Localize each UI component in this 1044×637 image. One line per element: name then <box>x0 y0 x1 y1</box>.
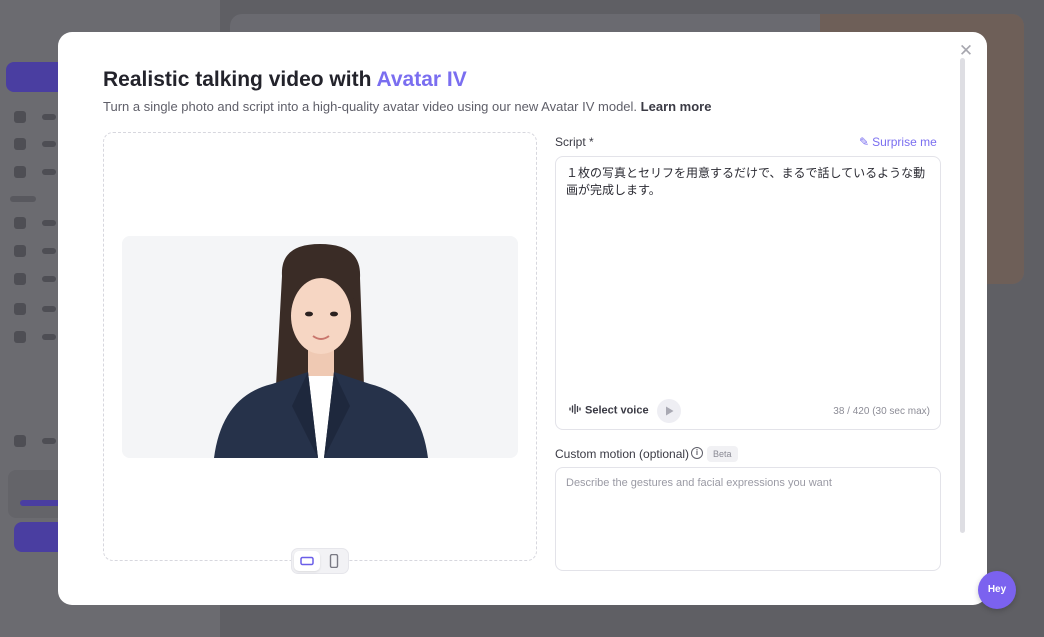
custom-motion-label: Custom motion (optional) <box>555 447 690 461</box>
play-icon <box>666 406 674 416</box>
modal-scrollbar[interactable] <box>960 58 965 533</box>
photo-upload-panel[interactable] <box>103 132 537 561</box>
orientation-toggle <box>291 548 349 574</box>
modal-title-accent: Avatar IV <box>376 68 467 91</box>
learn-more-link[interactable]: Learn more <box>641 99 712 114</box>
modal-title-prefix: Realistic talking video with <box>103 68 377 91</box>
character-count: 38 / 420 (30 sec max) <box>833 406 930 417</box>
select-voice-button[interactable]: Select voice <box>569 403 649 417</box>
select-voice-label: Select voice <box>585 404 649 417</box>
modal-subtitle: Turn a single photo and script into a hi… <box>103 99 711 114</box>
beta-badge: Beta <box>707 446 738 462</box>
modal-title: Realistic talking video with Avatar IV <box>103 68 467 92</box>
portrait-orientation-button[interactable] <box>321 551 347 571</box>
help-chat-button[interactable]: Hey <box>978 571 1016 609</box>
avatar-photo <box>122 236 518 458</box>
avatar-iv-modal: ✕ Realistic talking video with Avatar IV… <box>58 32 987 605</box>
landscape-orientation-button[interactable] <box>294 551 320 571</box>
script-text: １枚の写真とセリフを用意するだけで、まるで話しているような動画が完成します。 <box>566 166 926 197</box>
script-label: Script * <box>555 135 594 149</box>
surprise-me-button[interactable]: ✎ Surprise me <box>859 135 937 149</box>
background-section-label <box>10 196 36 202</box>
sound-wave-icon <box>569 403 581 417</box>
custom-motion-textarea[interactable]: Describe the gestures and facial express… <box>555 467 941 571</box>
script-textarea[interactable]: １枚の写真とセリフを用意するだけで、まるで話しているような動画が完成します。 S… <box>555 156 941 430</box>
magic-wand-icon: ✎ <box>859 135 870 149</box>
info-icon[interactable]: i <box>691 447 703 459</box>
close-icon[interactable]: ✕ <box>957 42 975 60</box>
surprise-me-label: Surprise me <box>872 135 937 149</box>
modal-subtitle-text: Turn a single photo and script into a hi… <box>103 99 638 114</box>
play-voice-button[interactable] <box>657 399 681 423</box>
custom-motion-placeholder: Describe the gestures and facial express… <box>566 477 832 489</box>
